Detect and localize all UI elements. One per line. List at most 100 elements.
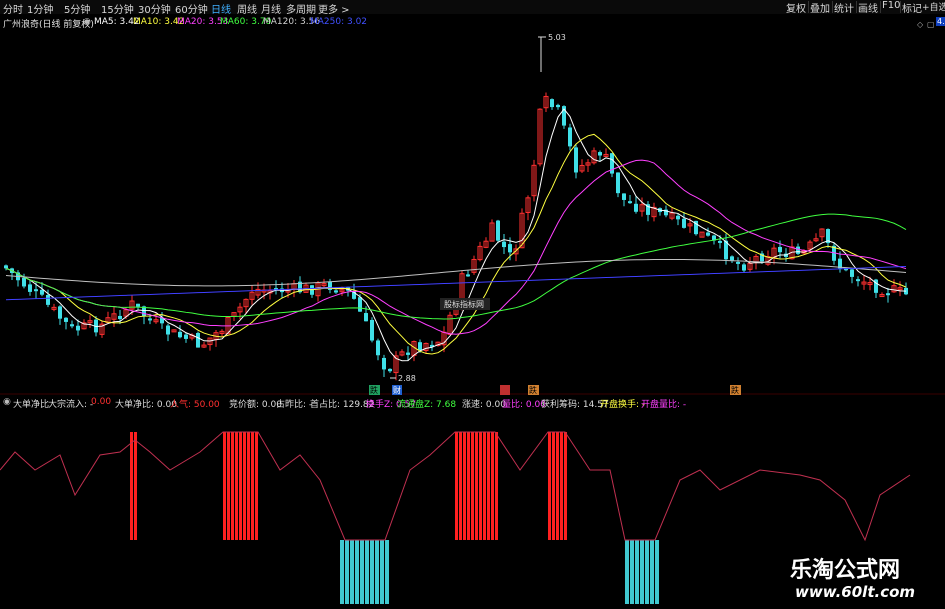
indicator-field: 开盘换手: - [600,400,646,410]
inflow-bar [556,432,559,540]
inflow-bar [239,432,242,540]
candlestick [861,274,867,290]
high-label: 5.03 [548,33,566,42]
low-label: 2.88 [398,374,416,383]
indicator-name: 大单净比 [13,400,50,410]
candlestick [819,228,825,242]
outflow-bar [655,540,659,604]
inflow-bar [491,432,494,540]
candlestick [886,287,890,303]
candlestick [585,159,591,173]
candlestick [471,255,477,275]
event-marker [500,385,510,395]
candlestick [219,329,225,337]
inflow-bar [134,432,137,540]
ma5-line [5,108,907,362]
outflow-bar [345,540,349,604]
inflow-bar [479,432,482,540]
inflow-bar [130,432,133,540]
inflow-bar [223,432,226,540]
candlestick [610,153,614,178]
inflow-bar [251,432,254,540]
outflow-bar [380,540,384,604]
candlestick [196,331,200,348]
candlestick [634,196,638,214]
candlestick [628,195,632,204]
outflow-bar [375,540,379,604]
indicator-field: 开盘量比: - [641,400,687,410]
candlestick [118,309,122,325]
candlestick [747,257,753,273]
outflow-bar [355,540,359,604]
candlestick [513,244,519,262]
candlestick [646,201,650,222]
candlestick [579,159,585,174]
inflow-bar [475,432,478,540]
price-chart[interactable]: 5.03 2.88 股标指标网 跌 财 跌 跌 [0,0,945,609]
candlestick [70,320,74,329]
candlestick [771,243,777,265]
candlestick [676,213,680,226]
candlestick [382,354,386,377]
candlestick [496,219,500,244]
candlestick [550,98,554,110]
event-marker-label: 财 [393,385,401,395]
candlestick [477,241,483,262]
inflow-bar [455,432,458,540]
indicator-field: 流通盘Z: 7.68 [397,400,457,410]
candlestick [832,242,836,265]
outflow-bar [370,540,374,604]
outflow-bar [360,540,364,604]
event-marker-label: 跌 [731,385,739,395]
indicator-legend: ◉ 大单净比 大宗流入: - 0.00 大单净比: 0.00 人气: 50.00… [0,397,945,410]
candlestick [388,368,392,373]
candlestick [603,148,609,157]
candlestick [813,233,819,243]
outflow-bar [340,540,344,604]
candlestick [651,202,657,222]
outflow-bar [625,540,629,604]
ma120-line [5,258,907,287]
inflow-bar [231,432,234,540]
ma10-line [5,133,907,355]
candlestick [310,284,314,298]
candlestick [51,303,57,312]
candlestick [483,237,489,249]
candlestick [376,338,380,361]
inflow-bar [463,432,466,540]
candlestick [891,279,897,293]
indicator-field: 占昨比: - [276,400,313,410]
inflow-bar [467,432,470,540]
candlestick [706,227,710,237]
candlestick [502,234,506,255]
candlestick [274,280,278,295]
candlestick [730,255,734,263]
candlestick [765,250,771,266]
inflow-bar [495,432,498,540]
candlestick [850,267,854,284]
indicator-field: 人气: 50.00 [170,400,220,410]
candlestick [736,257,740,271]
candlestick [447,311,453,336]
event-marker-label: 跌 [529,385,537,395]
indicator-field: 涨速: 0.00 [462,400,506,410]
candlestick [334,289,338,294]
candlestick [669,208,675,221]
candlestick [249,285,255,305]
candlestick [879,292,885,298]
inflow-bar [243,432,246,540]
candlestick [556,103,560,110]
candlestick [489,219,495,242]
inflow-bar [560,432,563,540]
candlestick [742,262,746,272]
candlestick [574,144,578,179]
moving-averages [5,108,907,362]
candlestick [616,172,620,198]
indicator-field: 大宗流入: - [48,400,94,410]
candlestick [184,332,188,343]
outflow-bar [635,540,639,604]
indicator-settings-icon[interactable]: ◉ [3,397,11,407]
candlestick [213,329,219,347]
candlestick [315,281,321,302]
inflow-bar [235,432,238,540]
